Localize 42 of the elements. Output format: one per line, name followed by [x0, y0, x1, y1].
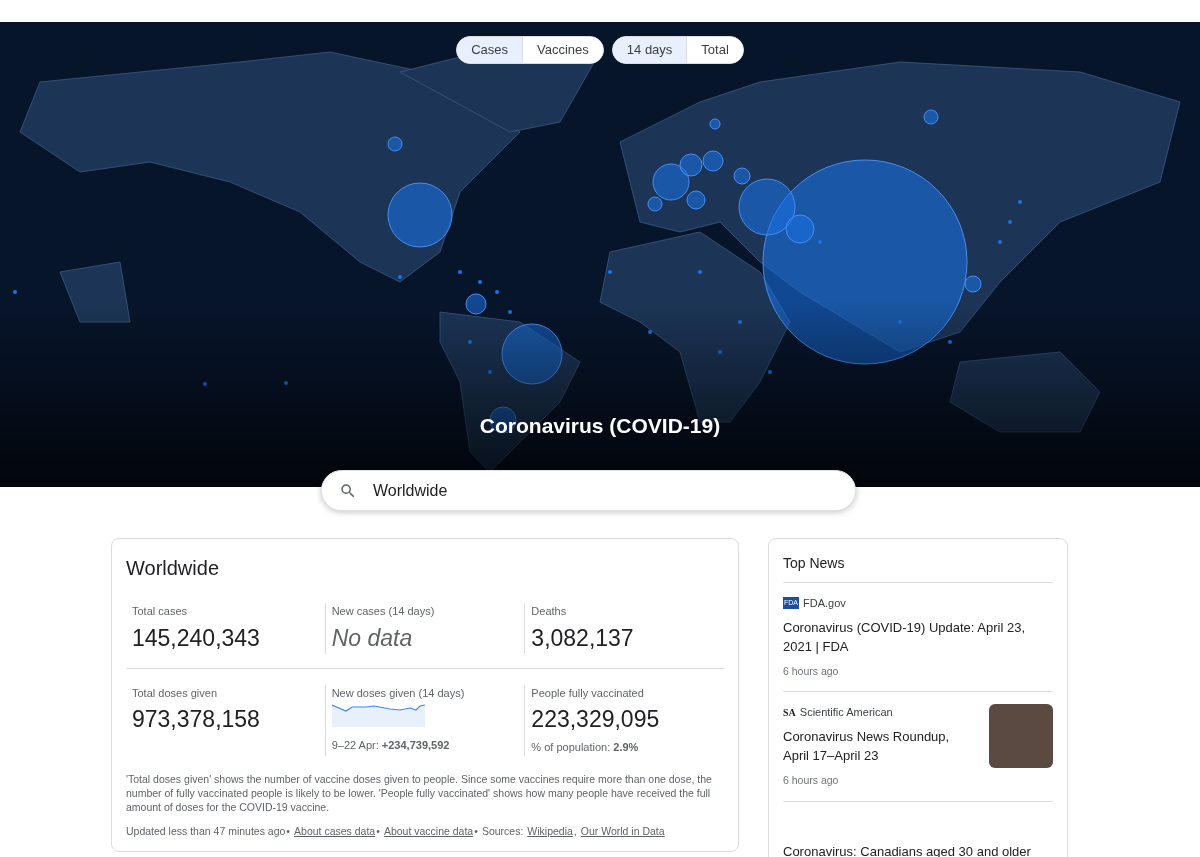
stat-label: Deaths: [531, 604, 568, 619]
card-title: Top News: [783, 553, 1053, 583]
stat-label: Total cases: [132, 604, 189, 619]
photo-placeholder: [989, 704, 1053, 769]
footnote: 'Total doses given' shows the number of vaccine doses given to people. Since some vaccines require more than one dose, the number of fully vaccinated people is likely to be lower. 'People fully vaccinated' shows how many people have received the full amount of doses for the COVID-19 vaccine.: [126, 771, 713, 814]
card-title: Worldwide: [126, 556, 220, 581]
source-logo: SA: [783, 706, 796, 720]
stat-value: 145,240,343: [132, 623, 261, 653]
footer-link[interactable]: About cases data: [294, 823, 376, 840]
separator: •: [286, 823, 291, 839]
footer-link[interactable]: About vaccine data: [383, 823, 474, 840]
footer-link[interactable]: Our World in Data: [580, 823, 665, 840]
stat-note: % of population: 2.9%: [531, 740, 640, 755]
stat-note: 9–22 Apr: +234,739,592: [331, 738, 451, 753]
stat-label: Total doses given: [132, 685, 218, 701]
toggle-tab[interactable]: 14 days: [612, 37, 687, 63]
separator: •: [376, 823, 380, 839]
news-source: FDA.gov: [803, 596, 846, 611]
news-time: 6 hours ago: [783, 663, 840, 679]
footer-text: Updated less than 47 minutes ago: [126, 823, 286, 839]
stat-label: People fully vaccinated: [531, 685, 645, 701]
stat-value: No data: [331, 623, 414, 653]
news-time: 6 hours ago: [783, 772, 840, 788]
stat-value: 3,082,137: [531, 623, 635, 653]
footer-text: Sources:: [481, 823, 524, 839]
toggle-tab[interactable]: Vaccines: [522, 37, 603, 63]
news-headline[interactable]: Coronavirus News Roundup, April 17–April 23: [783, 726, 959, 765]
news-source: Scientific American: [799, 705, 893, 721]
search-field[interactable]: Worldwide: [321, 470, 856, 511]
toggle-tab[interactable]: Cases: [457, 37, 522, 63]
map-title: Coronavirus (COVID-19): [479, 412, 721, 439]
separator: •: [474, 823, 478, 839]
news-headline[interactable]: Coronavirus (COVID-19) Update: April 23, 2021 | FDA: [783, 617, 1053, 656]
separator: ,: [573, 823, 577, 839]
stat-label: New doses given (14 days): [331, 685, 466, 701]
stat-value: 223,329,095: [531, 705, 661, 734]
toggle-tab[interactable]: Total: [686, 37, 743, 63]
search-icon: [339, 481, 357, 500]
search-input[interactable]: Worldwide: [373, 478, 838, 503]
footer-link[interactable]: Wikipedia: [527, 823, 573, 840]
stat-label: New cases (14 days): [331, 604, 436, 619]
stat-value: 973,378,158: [132, 705, 261, 734]
